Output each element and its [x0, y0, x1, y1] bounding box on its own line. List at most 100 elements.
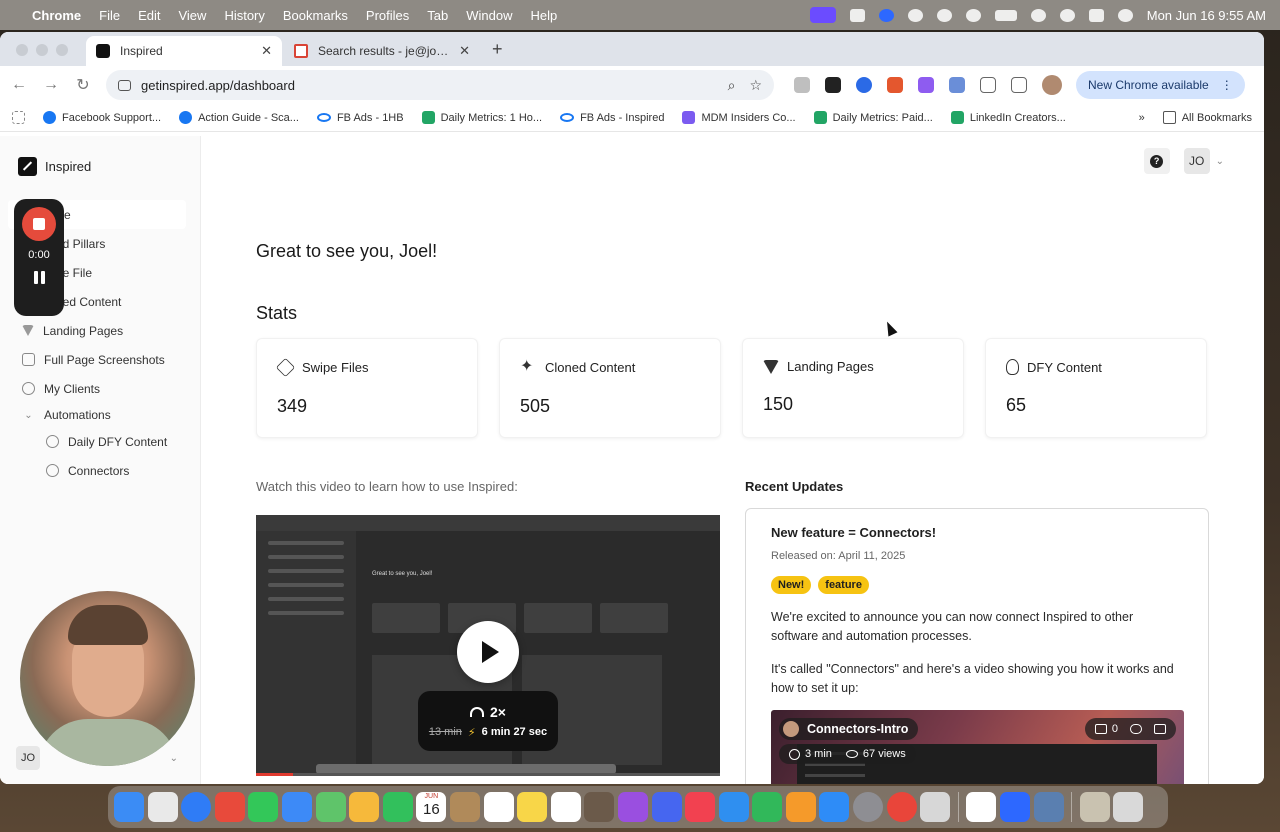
news-icon[interactable] — [685, 792, 716, 822]
podcasts-icon[interactable] — [617, 792, 648, 822]
screen-share-icon[interactable] — [809, 7, 836, 23]
apps-grid-icon[interactable] — [12, 111, 25, 124]
site-info-icon[interactable] — [118, 79, 131, 91]
zoom-icon[interactable] — [878, 8, 894, 22]
mail-icon[interactable] — [281, 792, 312, 822]
bookmark-item[interactable]: FB Ads - 1HB — [316, 112, 404, 124]
sidebar-item-daily-dfy[interactable]: Daily DFY Content — [0, 427, 200, 456]
external-link-icon[interactable] — [1154, 724, 1166, 734]
menu-edit[interactable]: Edit — [138, 8, 160, 23]
bookmark-item[interactable]: FB Ads - Inspired — [560, 112, 664, 124]
close-tab-icon[interactable]: ✕ — [261, 43, 272, 59]
bookmark-item[interactable]: MDM Insiders Co... — [682, 111, 796, 124]
finder-icon[interactable] — [114, 792, 144, 822]
search-icon[interactable] — [1059, 8, 1075, 22]
menu-app-name[interactable]: Chrome — [32, 8, 81, 23]
trash-icon[interactable] — [1113, 792, 1144, 822]
chrome-update-button[interactable]: New Chrome available ⋮ — [1076, 71, 1245, 99]
sidebar-item-screenshots[interactable]: Full Page Screenshots — [0, 345, 200, 374]
address-bar[interactable]: getinspired.app/dashboard ⌕ ☆ — [106, 70, 774, 100]
numbers-icon[interactable] — [752, 792, 783, 822]
camera-extension-icon[interactable] — [794, 77, 810, 93]
webcam-bubble[interactable] — [20, 591, 195, 766]
messages-icon[interactable] — [248, 792, 279, 822]
user-icon[interactable] — [965, 8, 981, 22]
bookmark-item[interactable]: LinkedIn Creators... — [950, 111, 1066, 124]
tab-gmail[interactable]: Search results - je@joelerway ✕ — [284, 36, 480, 66]
menu-datetime[interactable]: Mon Jun 16 9:55 AM — [1147, 8, 1266, 23]
freeform-icon[interactable] — [550, 792, 581, 822]
loom-video-embed[interactable]: Connectors-Intro 3 min 67 views 0 — [771, 710, 1184, 784]
play-button[interactable] — [457, 621, 519, 683]
bookmark-item[interactable]: Facebook Support... — [43, 111, 161, 124]
reading-list-icon[interactable] — [1011, 77, 1027, 93]
screen-app-icon[interactable] — [1033, 792, 1064, 822]
notes-icon[interactable] — [517, 792, 548, 822]
new-tab-icon[interactable]: + — [492, 39, 503, 60]
stat-card-dfy-content[interactable]: DFY Content 65 — [985, 338, 1207, 438]
reminders-icon[interactable] — [483, 792, 514, 822]
tab-inspired[interactable]: Inspired ✕ — [86, 36, 282, 66]
zoom-window-button[interactable] — [56, 44, 68, 56]
stat-card-swipe-files[interactable]: Swipe Files 349 — [256, 338, 478, 438]
password-icon[interactable] — [936, 8, 952, 22]
settings-icon[interactable] — [853, 792, 884, 822]
app-blue-icon[interactable] — [651, 792, 682, 822]
password-extension-icon[interactable] — [856, 77, 872, 93]
archive-icon[interactable] — [1079, 792, 1110, 822]
bookmark-item[interactable]: Daily Metrics: Paid... — [813, 111, 933, 124]
control-center-icon[interactable] — [1088, 8, 1104, 22]
forward-icon[interactable]: → — [42, 76, 60, 94]
menu-profiles[interactable]: Profiles — [366, 8, 409, 23]
launchpad-icon[interactable] — [147, 792, 178, 822]
app-red-icon[interactable] — [214, 792, 245, 822]
music-icon[interactable] — [584, 792, 615, 822]
link-icon[interactable] — [1130, 724, 1142, 734]
pages-icon[interactable] — [785, 792, 816, 822]
stop-recording-button[interactable] — [22, 207, 56, 241]
wifi-icon[interactable] — [1030, 8, 1046, 22]
stat-card-landing-pages[interactable]: Landing Pages 150 — [742, 338, 964, 438]
slack-icon[interactable] — [966, 792, 997, 822]
menu-window[interactable]: Window — [466, 8, 512, 23]
menu-bookmarks[interactable]: Bookmarks — [283, 8, 348, 23]
purple-extension-icon[interactable] — [918, 77, 934, 93]
app-store-icon[interactable] — [819, 792, 850, 822]
siri-icon[interactable] — [1117, 8, 1133, 22]
brand[interactable]: Inspired — [0, 156, 200, 176]
help-button[interactable]: ? — [1143, 148, 1170, 174]
tutorial-video[interactable]: Great to see you, Joel! 2× 13 min ⚡ 6 mi… — [256, 515, 720, 776]
menu-tab[interactable]: Tab — [427, 8, 448, 23]
calendar-icon[interactable]: JUN 16 — [416, 792, 447, 822]
reload-icon[interactable]: ↻ — [74, 75, 92, 95]
back-icon[interactable]: ← — [10, 76, 28, 94]
grid-extension-icon[interactable] — [949, 77, 965, 93]
loom-comments-button[interactable]: 0 — [1094, 723, 1118, 735]
sidebar-item-clients[interactable]: My Clients — [0, 374, 200, 403]
sidebar-item-connectors[interactable]: Connectors — [0, 456, 200, 485]
menu-file[interactable]: File — [99, 8, 120, 23]
keynote-icon[interactable] — [718, 792, 749, 822]
minimize-window-button[interactable] — [36, 44, 48, 56]
safari-icon[interactable] — [181, 792, 212, 822]
more-bookmarks-icon[interactable]: » — [1139, 112, 1145, 124]
bookmark-item[interactable]: Daily Metrics: 1 Ho... — [421, 111, 542, 124]
sidebar-item-automations[interactable]: ⌄ Automations — [0, 403, 200, 427]
menu-view[interactable]: View — [178, 8, 206, 23]
inspired-extension-icon[interactable] — [825, 77, 841, 93]
menu-history[interactable]: History — [224, 8, 264, 23]
url-text[interactable]: getinspired.app/dashboard — [141, 78, 714, 93]
puzzle-extension-icon[interactable] — [980, 77, 996, 93]
facetime-icon[interactable] — [382, 792, 413, 822]
bookmark-item[interactable]: Action Guide - Sca... — [179, 111, 299, 124]
chrome-icon[interactable] — [886, 792, 917, 822]
profile-avatar[interactable] — [1042, 75, 1062, 95]
zoom-search-icon[interactable]: ⌕ — [728, 77, 736, 94]
close-window-button[interactable] — [16, 44, 28, 56]
user-menu-button[interactable]: JO ⌄ — [1183, 148, 1224, 174]
maps-icon[interactable] — [315, 792, 346, 822]
stat-card-cloned-content[interactable]: Cloned Content 505 — [499, 338, 721, 438]
dots-icon[interactable] — [907, 8, 923, 22]
more-menu-icon[interactable]: ⋮ — [1221, 78, 1233, 92]
fox-extension-icon[interactable] — [887, 77, 903, 93]
